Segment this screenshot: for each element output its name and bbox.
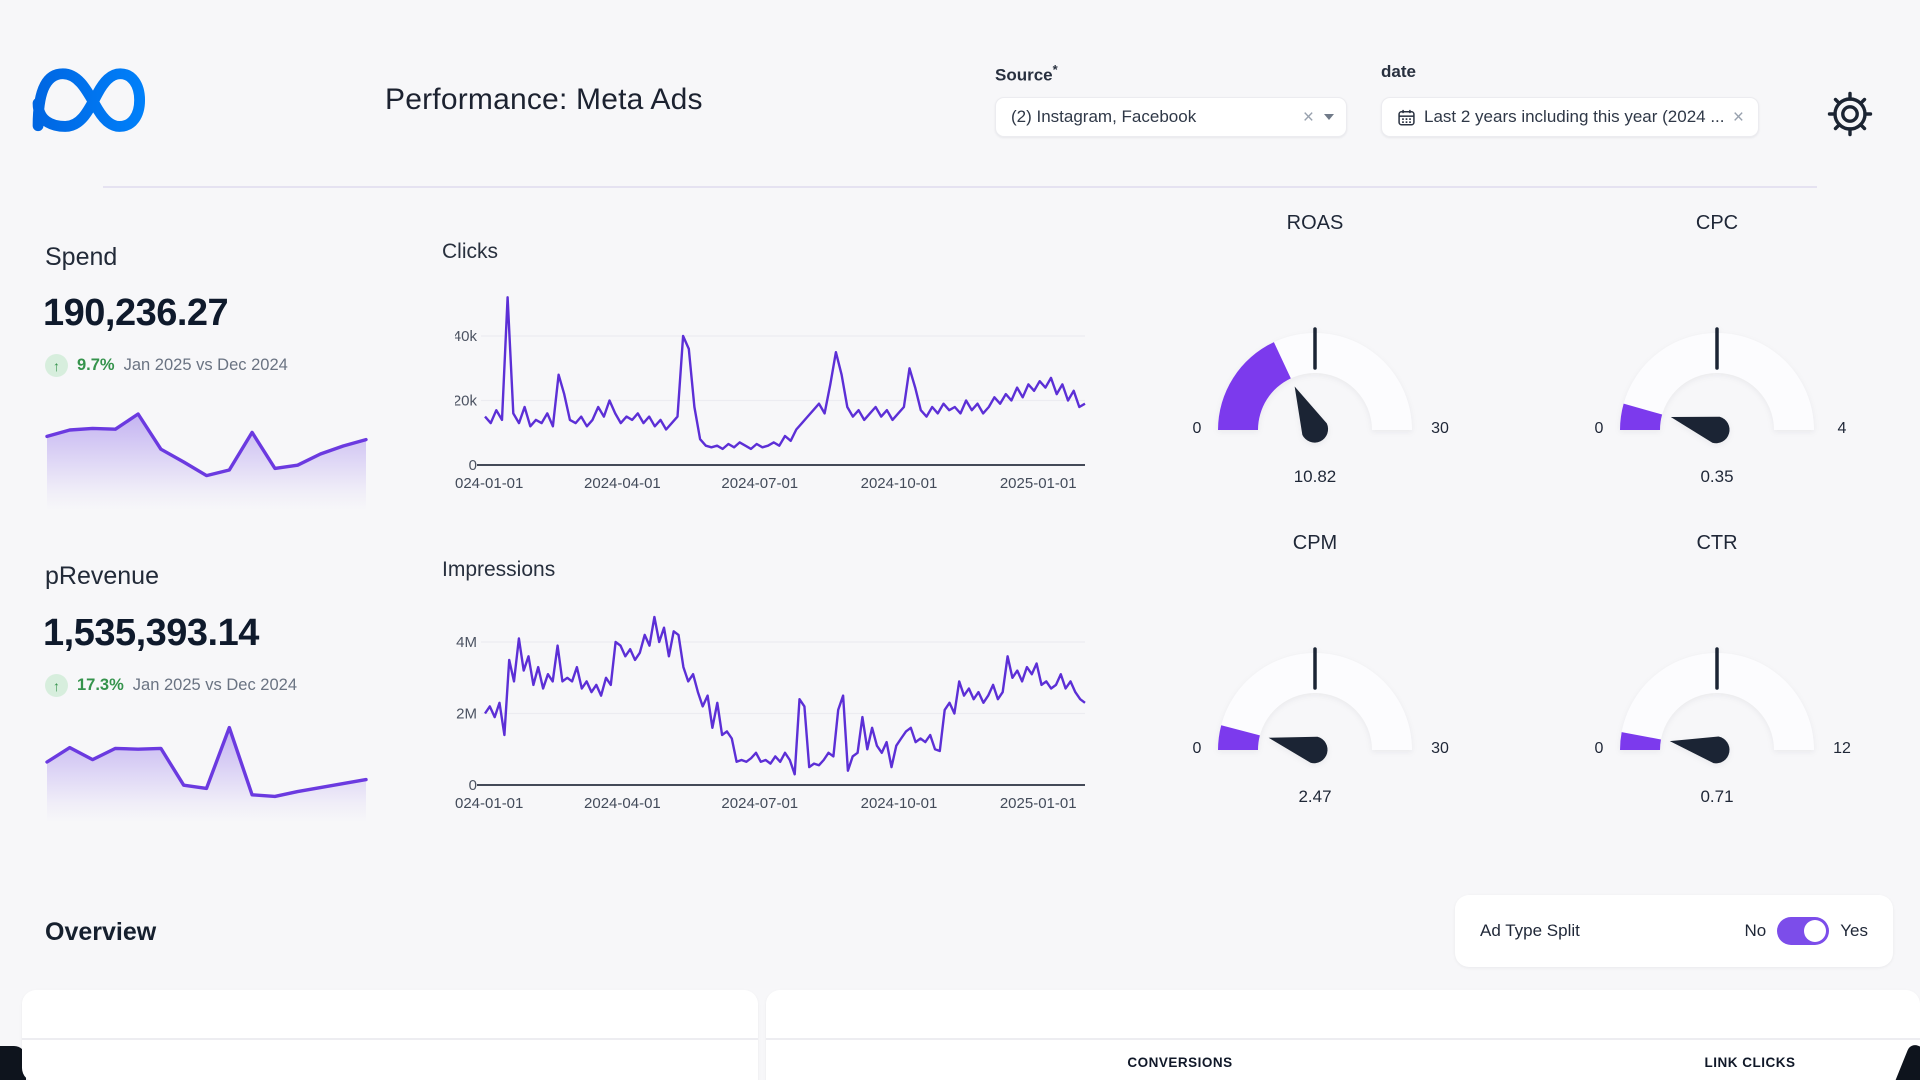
arrow-up-icon: ↑ (45, 354, 68, 377)
delta-percent: 17.3% (77, 676, 124, 695)
gear-icon[interactable] (1826, 90, 1874, 138)
panel-divider (22, 1038, 758, 1040)
date-dropdown-value: Last 2 years including this year (2024 .… (1424, 107, 1723, 127)
gauge-value: 10.82 (1165, 467, 1465, 487)
chevron-down-icon[interactable] (1324, 114, 1334, 120)
gauge-cpc: CPC 0 4 0.35 (1567, 212, 1867, 507)
overview-title: Overview (45, 918, 156, 947)
svg-text:0: 0 (469, 777, 477, 794)
gauge-max-label: 30 (1418, 420, 1462, 438)
table-header-conversions: CONVERSIONS (1080, 1055, 1280, 1070)
svg-text:2024-07-01: 2024-07-01 (721, 475, 798, 492)
prevenue-sparkline (45, 710, 368, 822)
gauge-title: CTR (1567, 532, 1867, 555)
delta-comparison: Jan 2025 vs Dec 2024 (133, 676, 297, 695)
delta-comparison: Jan 2025 vs Dec 2024 (124, 356, 288, 375)
spend-sparkline (45, 398, 368, 510)
impressions-chart-title: Impressions (442, 558, 555, 582)
meta-logo (28, 58, 152, 136)
panel-divider (766, 1038, 1920, 1040)
required-asterisk: * (1053, 62, 1058, 77)
gauge-value: 2.47 (1165, 787, 1465, 807)
svg-text:2024-04-01: 2024-04-01 (584, 795, 661, 812)
svg-text:20k: 20k (455, 393, 477, 410)
svg-text:2024-07-01: 2024-07-01 (721, 795, 798, 812)
date-dropdown[interactable]: Last 2 years including this year (2024 .… (1381, 97, 1759, 137)
gauge-max-label: 4 (1820, 420, 1864, 438)
gauge-title: CPM (1165, 532, 1465, 555)
gauge-min-label: 0 (1175, 740, 1219, 758)
source-dropdown[interactable]: (2) Instagram, Facebook × (995, 97, 1347, 137)
svg-text:2024-01-01: 2024-01-01 (455, 475, 523, 492)
clicks-chart-title: Clicks (442, 240, 498, 264)
gauge-ctr: CTR 0 12 0.71 (1567, 532, 1867, 827)
gauge-value: 0.71 (1567, 787, 1867, 807)
delta-percent: 9.7% (77, 356, 115, 375)
gauge-max-label: 12 (1820, 740, 1864, 758)
gauge-title: ROAS (1165, 212, 1465, 235)
kpi-spend-value: 190,236.27 (43, 292, 228, 335)
svg-text:0: 0 (469, 457, 477, 474)
gauge-min-label: 0 (1577, 740, 1621, 758)
gauge-roas: ROAS 0 30 10.82 (1165, 212, 1465, 507)
svg-text:2024-10-01: 2024-10-01 (861, 475, 938, 492)
svg-text:2024-10-01: 2024-10-01 (861, 795, 938, 812)
kpi-prevenue-delta: ↑ 17.3% Jan 2025 vs Dec 2024 (45, 674, 297, 697)
date-filter-label: date (1381, 62, 1416, 82)
kpi-prevenue-value: 1,535,393.14 (43, 612, 259, 655)
table-header-link-clicks: LINK CLICKS (1650, 1055, 1850, 1070)
gauge-cpm: CPM 0 30 2.47 (1165, 532, 1465, 827)
impressions-chart: 0 2M 4M 2024-01-01 2024-04-01 2024-07-01 2024-… (455, 582, 1100, 830)
kpi-prevenue-label: pRevenue (45, 562, 159, 591)
kpi-spend-delta: ↑ 9.7% Jan 2025 vs Dec 2024 (45, 354, 288, 377)
calendar-icon (1397, 108, 1416, 127)
gauge-value: 0.35 (1567, 467, 1867, 487)
svg-text:2025-01-01: 2025-01-01 (1000, 475, 1077, 492)
toggle-on-label: Yes (1840, 921, 1868, 941)
gauge-title: CPC (1567, 212, 1867, 235)
svg-text:40k: 40k (455, 328, 477, 345)
toggle-knob (1804, 920, 1826, 942)
source-filter-label: Source* (995, 62, 1058, 86)
page-title: Performance: Meta Ads (385, 83, 703, 117)
svg-text:2024-04-01: 2024-04-01 (584, 475, 661, 492)
date-clear-icon[interactable]: × (1731, 108, 1746, 127)
svg-text:2024-01-01: 2024-01-01 (455, 795, 523, 812)
svg-text:2M: 2M (456, 706, 477, 723)
gauge-min-label: 0 (1175, 420, 1219, 438)
ad-type-split-toggle[interactable] (1777, 917, 1829, 945)
header-divider (103, 186, 1817, 188)
gauge-max-label: 30 (1418, 740, 1462, 758)
gauge-min-label: 0 (1577, 420, 1621, 438)
source-clear-icon[interactable]: × (1301, 108, 1316, 127)
clicks-chart: 0 20k 40k 2024-01-01 2024-04-01 2024-07-01 202… (455, 268, 1100, 498)
kpi-spend-label: Spend (45, 243, 117, 272)
dashboard-page: Performance: Meta Ads Source* (2) Instag… (0, 0, 1920, 1080)
svg-text:2025-01-01: 2025-01-01 (1000, 795, 1077, 812)
ad-type-split-label: Ad Type Split (1480, 921, 1745, 941)
ad-type-split-card: Ad Type Split No Yes (1455, 895, 1893, 967)
toggle-off-label: No (1745, 921, 1767, 941)
arrow-up-icon: ↑ (45, 674, 68, 697)
source-dropdown-value: (2) Instagram, Facebook (1011, 107, 1293, 127)
overview-left-panel (22, 990, 758, 1080)
svg-text:4M: 4M (456, 634, 477, 651)
